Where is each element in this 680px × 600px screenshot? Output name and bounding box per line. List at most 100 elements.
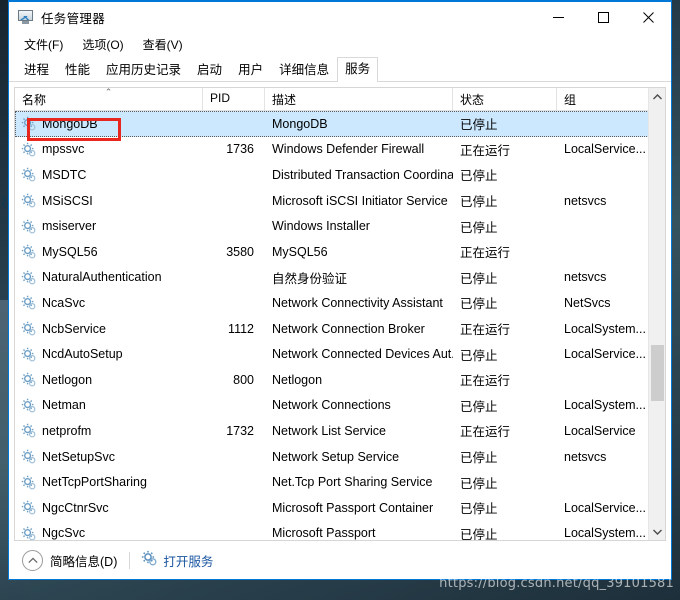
service-gear-icon xyxy=(21,321,36,336)
menu-options[interactable]: 选项(O) xyxy=(76,34,130,55)
service-gear-icon xyxy=(21,244,36,259)
cell-text: netprofm xyxy=(42,423,92,438)
table-row[interactable]: Netman Network Connections 已停止 LocalSystem.… xyxy=(15,393,665,419)
cell-name: MSiSCSI xyxy=(15,193,203,208)
cell-group: LocalService... xyxy=(557,501,657,515)
cell-text: Netlogon xyxy=(272,372,323,387)
cell-description: Microsoft Passport Container xyxy=(265,501,453,515)
cell-text: NgcCtnrSvc xyxy=(42,500,109,515)
tab-performance[interactable]: 性能 xyxy=(57,58,98,82)
tab-processes[interactable]: 进程 xyxy=(16,58,57,82)
open-services-button[interactable]: 打开服务 xyxy=(141,550,213,571)
scrollbar-thumb[interactable] xyxy=(651,345,664,401)
sort-ascending-icon: ⌃ xyxy=(104,88,113,97)
cell-text: LocalService... xyxy=(564,142,646,157)
tab-strip: 进程 性能 应用历史记录 启动 用户 详细信息 服务 xyxy=(9,56,671,82)
column-header-status[interactable]: 状态 xyxy=(453,88,557,110)
scroll-up-button[interactable] xyxy=(649,88,665,105)
cell-text: MongoDB xyxy=(272,116,328,131)
table-row[interactable]: NaturalAuthentication 自然身份验证 已停止 netsvcs xyxy=(15,265,665,291)
cell-status: 已停止 xyxy=(453,396,557,415)
cell-text: NcaSvc xyxy=(42,295,86,310)
cell-text: mpssvc xyxy=(42,142,85,157)
tab-services[interactable]: 服务 xyxy=(337,57,379,82)
cell-group: NetSvcs xyxy=(557,296,657,310)
cell-group: LocalSystem... xyxy=(557,526,657,540)
table-row[interactable]: NetSetupSvc Network Setup Service 已停止 netsv… xyxy=(15,444,665,470)
table-row[interactable]: Netlogon 800 Netlogon 正在运行 xyxy=(15,367,665,393)
cell-text: LocalSystem... xyxy=(564,321,646,336)
maximize-button[interactable] xyxy=(581,2,626,32)
service-gear-icon xyxy=(21,423,36,438)
cell-text: Windows Defender Firewall xyxy=(272,142,425,157)
cell-text: 已停止 xyxy=(460,527,498,540)
cell-name: NcbService xyxy=(15,321,203,336)
cell-text: Distributed Transaction Coordina xyxy=(272,167,453,182)
cell-text: 已停止 xyxy=(460,118,498,133)
close-button[interactable] xyxy=(626,2,671,32)
table-row[interactable]: mpssvc 1736 Windows Defender Firewall 正在运行 L… xyxy=(15,137,665,163)
cell-name: NetSetupSvc xyxy=(15,449,203,464)
cell-pid: 1112 xyxy=(203,322,265,336)
cell-status: 已停止 xyxy=(453,165,557,184)
column-header-name[interactable]: 名称 ⌃ xyxy=(15,88,203,110)
table-row[interactable]: NgcSvc Microsoft Passport 已停止 LocalSystem..… xyxy=(15,521,665,540)
cell-text: netsvcs xyxy=(564,270,607,285)
service-gear-icon xyxy=(21,295,36,310)
cell-group: LocalSystem... xyxy=(557,322,657,336)
tab-startup[interactable]: 启动 xyxy=(189,58,230,82)
table-row[interactable]: msiserver Windows Installer 已停止 xyxy=(15,213,665,239)
menu-view[interactable]: 查看(V) xyxy=(137,34,190,55)
cell-text: 已停止 xyxy=(460,169,498,184)
chevron-up-icon xyxy=(22,549,43,571)
cell-text: Windows Installer xyxy=(272,219,370,234)
scroll-down-button[interactable] xyxy=(649,523,665,540)
table-row[interactable]: MSiSCSI Microsoft iSCSI Initiator Service… xyxy=(15,188,665,214)
cell-text: NetSetupSvc xyxy=(42,449,115,464)
cell-text: NetSvcs xyxy=(564,295,611,310)
tab-users[interactable]: 用户 xyxy=(230,58,271,82)
cell-description: Network Setup Service xyxy=(265,450,453,464)
cell-text: 正在运行 xyxy=(460,246,511,261)
cell-status: 已停止 xyxy=(453,293,557,312)
column-header-label: PID xyxy=(210,91,231,105)
cell-status: 已停止 xyxy=(453,498,557,517)
table-row[interactable]: NetTcpPortSharing Net.Tcp Port Sharing Se… xyxy=(15,469,665,495)
cell-description: Microsoft iSCSI Initiator Service xyxy=(265,194,453,208)
minimize-button[interactable] xyxy=(536,2,581,32)
table-row[interactable]: MySQL56 3580 MySQL56 正在运行 xyxy=(15,239,665,265)
cell-text: MySQL56 xyxy=(42,244,98,259)
menu-file[interactable]: 文件(F) xyxy=(18,34,70,55)
table-row[interactable]: MongoDB MongoDB 已停止 xyxy=(15,111,665,137)
bottom-divider xyxy=(129,551,131,569)
column-header-pid[interactable]: PID xyxy=(203,88,265,110)
column-header-group[interactable]: 组 xyxy=(557,88,657,110)
table-row[interactable]: MSDTC Distributed Transaction Coordina 已停止 xyxy=(15,162,665,188)
vertical-scrollbar[interactable] xyxy=(648,88,665,540)
table-row[interactable]: NcaSvc Network Connectivity Assistant 已停止 N… xyxy=(15,290,665,316)
cell-name: NgcCtnrSvc xyxy=(15,500,203,515)
less-details-button[interactable]: 简略信息(D) xyxy=(22,549,117,571)
cell-text: 正在运行 xyxy=(460,374,511,389)
cell-description: Network Connections xyxy=(265,398,453,412)
table-row[interactable]: NcdAutoSetup Network Connected Devices Au… xyxy=(15,341,665,367)
cell-text: LocalService xyxy=(564,423,636,438)
cell-text: LocalService... xyxy=(564,500,646,515)
cell-text: 正在运行 xyxy=(460,143,511,158)
cell-name: netprofm xyxy=(15,423,203,438)
service-gear-icon xyxy=(21,116,36,131)
table-row[interactable]: NcbService 1112 Network Connection Broker 正… xyxy=(15,316,665,342)
services-list: 名称 ⌃ PID 描述 状态 组 MongoDB MongoDB 已停止 mpssvc 1736 W… xyxy=(14,87,666,541)
cell-text: 已停止 xyxy=(460,399,498,414)
cell-description: Microsoft Passport xyxy=(265,526,453,540)
cell-text: 1732 xyxy=(226,423,254,438)
table-row[interactable]: NgcCtnrSvc Microsoft Passport Container 已停… xyxy=(15,495,665,521)
column-header-description[interactable]: 描述 xyxy=(265,88,453,110)
table-row[interactable]: netprofm 1732 Network List Service 正在运行 Loca… xyxy=(15,418,665,444)
cell-text: 已停止 xyxy=(460,451,498,466)
cell-text: MySQL56 xyxy=(272,244,328,259)
title-bar[interactable]: 任务管理器 xyxy=(9,2,671,32)
tab-app-history[interactable]: 应用历史记录 xyxy=(98,58,189,82)
tab-details[interactable]: 详细信息 xyxy=(271,58,337,82)
cell-status: 已停止 xyxy=(453,473,557,492)
